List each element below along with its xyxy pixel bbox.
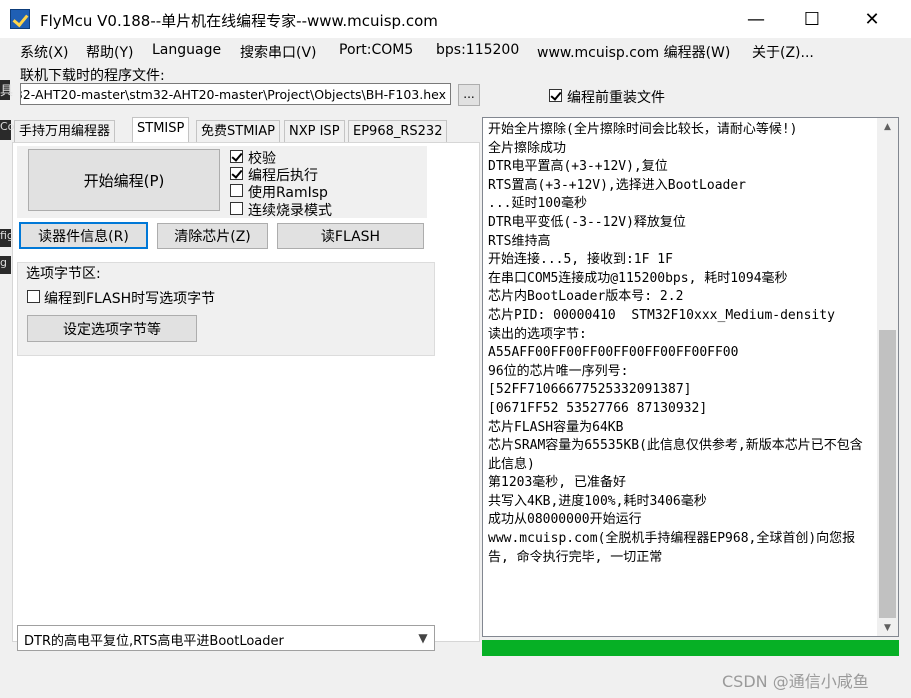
program-file-path-text: \stm32-AHT20-master\stm32-AHT20-master\P… bbox=[20, 87, 446, 102]
read-flash-button[interactable]: 读FLASH bbox=[277, 223, 424, 249]
log-line: 开始连接...5, 接收到:1F 1F bbox=[488, 252, 673, 268]
verify-checkbox[interactable] bbox=[230, 150, 243, 163]
menu-bps[interactable]: bps:115200 bbox=[436, 42, 519, 58]
csdn-watermark: CSDN @通信小咸鱼 bbox=[722, 672, 869, 691]
title-bar: FlyMcu V0.188--单片机在线编程专家--www.mcuisp.com… bbox=[0, 0, 911, 38]
reload-before-program-label: 编程前重装文件 bbox=[567, 90, 665, 106]
write-option-bytes-label: 编程到FLASH时写选项字节 bbox=[44, 291, 216, 307]
menu-language[interactable]: Language bbox=[152, 42, 221, 58]
background-fragment: Co bbox=[0, 120, 14, 140]
run-after-program-checkbox[interactable] bbox=[230, 167, 243, 180]
erase-chip-button[interactable]: 清除芯片(Z) bbox=[157, 223, 268, 249]
minimize-button[interactable]: — bbox=[726, 0, 786, 38]
menu-help[interactable]: 帮助(Y) bbox=[86, 42, 133, 62]
scroll-thumb[interactable] bbox=[879, 330, 896, 618]
program-file-label: 联机下载时的程序文件: bbox=[20, 68, 165, 84]
log-line: ...延时100毫秒 bbox=[488, 196, 587, 212]
log-line: 芯片SRAM容量为65535KB(此信息仅供参考,新版本芯片已不包含此信息) bbox=[488, 438, 863, 472]
log-text: 开始全片擦除(全片擦除时间会比较长，请耐心等候!) 全片擦除成功 DTR电平置高… bbox=[488, 121, 873, 567]
use-ramisp-label: 使用RamIsp bbox=[248, 185, 328, 201]
menu-programmer[interactable]: www.mcuisp.com 编程器(W) bbox=[537, 42, 730, 62]
log-line: 芯片FLASH容量为64KB bbox=[488, 419, 624, 435]
log-line: 读出的选项字节: bbox=[488, 326, 587, 342]
scroll-down-arrow-icon[interactable]: ▼ bbox=[877, 619, 898, 636]
flymcu-window: FlyMcu V0.188--单片机在线编程专家--www.mcuisp.com… bbox=[0, 0, 911, 698]
tab-nxp-isp[interactable]: NXP ISP bbox=[284, 120, 345, 142]
reset-mode-select[interactable]: DTR的高电平复位,RTS高电平进BootLoader bbox=[17, 625, 435, 651]
close-button[interactable]: ✕ bbox=[842, 0, 902, 38]
log-line: 共写入4KB,进度100%,耗时3406毫秒 bbox=[488, 493, 707, 509]
menu-system[interactable]: 系统(X) bbox=[20, 42, 69, 62]
window-title: FlyMcu V0.188--单片机在线编程专家--www.mcuisp.com bbox=[40, 12, 438, 30]
option-bytes-title: 选项字节区: bbox=[26, 266, 101, 282]
log-line: A55AFF00FF00FF00FF00FF00FF00FF00 bbox=[488, 345, 739, 361]
log-line: 在串口COM5连接成功@115200bps, 耗时1094毫秒 bbox=[488, 270, 788, 286]
set-option-bytes-button[interactable]: 设定选项字节等 bbox=[27, 315, 197, 342]
read-device-info-button[interactable]: 读器件信息(R) bbox=[19, 222, 148, 249]
use-ramisp-checkbox[interactable] bbox=[230, 184, 243, 197]
log-line: DTR电平变低(-3--12V)释放复位 bbox=[488, 214, 686, 230]
tab-handheld-programmer[interactable]: 手持万用编程器 bbox=[14, 120, 116, 142]
tab-ep968-rs232[interactable]: EP968_RS232 bbox=[348, 120, 448, 142]
app-icon bbox=[10, 9, 30, 29]
background-fragment: g bbox=[0, 256, 11, 274]
program-file-path-field[interactable]: \stm32-AHT20-master\stm32-AHT20-master\P… bbox=[20, 83, 451, 105]
continuous-burn-checkbox[interactable] bbox=[230, 202, 243, 215]
log-line: 芯片PID: 00000410 STM32F10xxx_Medium-densi… bbox=[488, 307, 835, 323]
write-option-bytes-checkbox[interactable] bbox=[27, 290, 40, 303]
log-line: RTS维持高 bbox=[488, 233, 551, 249]
continuous-burn-label: 连续烧录模式 bbox=[248, 203, 332, 219]
log-line: [52FF71066677525332091387] bbox=[488, 382, 692, 398]
log-line: 第1203毫秒, 已准备好 bbox=[488, 475, 626, 491]
background-fragment: 具 bbox=[0, 80, 13, 100]
browse-file-button[interactable]: ... bbox=[458, 84, 480, 106]
tab-free-stmiap[interactable]: 免费STMIAP bbox=[196, 120, 280, 142]
scroll-up-arrow-icon[interactable]: ▲ bbox=[877, 118, 898, 135]
log-scrollbar[interactable]: ▲ ▼ bbox=[877, 118, 898, 636]
log-line: 成功从08000000开始运行 bbox=[488, 512, 642, 528]
tab-stmisp[interactable]: STMISP bbox=[132, 117, 190, 143]
menu-port[interactable]: Port:COM5 bbox=[339, 42, 413, 58]
maximize-button[interactable]: ☐ bbox=[782, 0, 842, 38]
log-line: 芯片内BootLoader版本号: 2.2 bbox=[488, 289, 684, 305]
menu-about[interactable]: 关于(Z)... bbox=[752, 42, 814, 62]
log-line: DTR电平置高(+3-+12V),复位 bbox=[488, 159, 668, 175]
log-line: 开始全片擦除(全片擦除时间会比较长，请耐心等候!) bbox=[488, 122, 798, 137]
start-program-button[interactable]: 开始编程(P) bbox=[28, 149, 220, 211]
log-line: RTS置高(+3-+12V),选择进入BootLoader bbox=[488, 177, 747, 193]
log-line: [0671FF52 53527766 87130932] bbox=[488, 400, 708, 416]
log-line: 全片擦除成功 bbox=[488, 140, 567, 156]
log-output[interactable]: 开始全片擦除(全片擦除时间会比较长，请耐心等候!) 全片擦除成功 DTR电平置高… bbox=[482, 117, 899, 637]
menu-search-port[interactable]: 搜索串口(V) bbox=[240, 42, 317, 62]
reset-mode-value: DTR的高电平复位,RTS高电平进BootLoader bbox=[24, 634, 284, 649]
reload-before-program-checkbox[interactable] bbox=[549, 89, 562, 102]
chevron-down-icon[interactable]: ▼ bbox=[412, 627, 434, 649]
log-line: 96位的芯片唯一序列号: bbox=[488, 363, 629, 379]
background-fragment: fig bbox=[0, 229, 14, 247]
log-line: www.mcuisp.com(全脱机手持编程器EP968,全球首创)向您报告, … bbox=[488, 531, 856, 565]
progress-bar bbox=[482, 640, 899, 656]
